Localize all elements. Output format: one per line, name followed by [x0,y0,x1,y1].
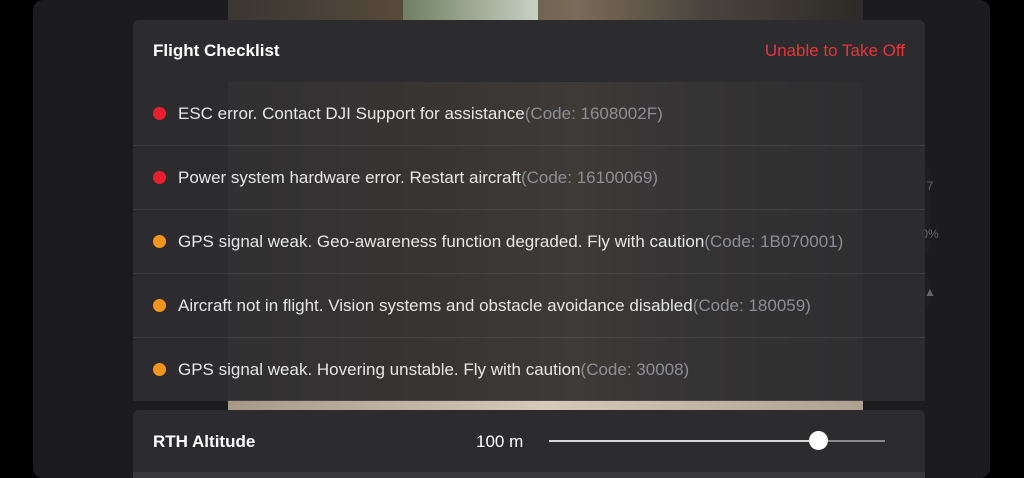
checklist-message: Aircraft not in flight. Vision systems a… [178,295,693,315]
checklist-code: (Code: 180059) [692,295,811,315]
checklist-message: GPS signal weak. Hovering unstable. Fly … [178,359,581,379]
camera-floor-region [228,400,863,410]
checklist-code: (Code: 1B070001) [704,231,844,251]
checklist-list: ESC error. Contact DJI Support for assis… [133,82,925,401]
checklist-message: GPS signal weak. Geo-awareness function … [178,231,705,251]
rth-altitude-slider[interactable] [549,431,885,450]
warning-status-dot-icon [153,363,166,376]
error-status-dot-icon [153,171,166,184]
next-setting-row [133,472,925,478]
camera-sky-region [403,0,538,22]
error-status-dot-icon [153,107,166,120]
list-item[interactable]: ESC error. Contact DJI Support for assis… [133,82,925,145]
checklist-message: ESC error. Contact DJI Support for assis… [178,103,525,123]
list-item[interactable]: Aircraft not in flight. Vision systems a… [133,273,925,337]
checklist-message: Power system hardware error. Restart air… [178,167,521,187]
rth-altitude-label: RTH Altitude [153,432,256,451]
checklist-code: (Code: 16100069) [520,167,658,187]
checklist-code: (Code: 1608002F) [524,103,663,123]
rth-altitude-value: 100 m [476,432,524,451]
checklist-code: (Code: 30008) [580,359,690,379]
checklist-header: Flight Checklist Unable to Take Off [133,20,925,82]
takeoff-status: Unable to Take Off [764,41,905,60]
rth-altitude-row: RTH Altitude 100 m [133,410,925,472]
warning-status-dot-icon [153,299,166,312]
flight-checklist-panel: Flight Checklist Unable to Take Off ESC … [133,20,925,401]
list-item[interactable]: Power system hardware error. Restart air… [133,145,925,209]
app-screen: 7 0% ▲ Flight Checklist Unable to Take O… [0,0,1024,478]
slider-fill [549,440,818,442]
slider-thumb[interactable] [808,431,828,450]
warning-status-dot-icon [153,235,166,248]
list-item[interactable]: GPS signal weak. Geo-awareness function … [133,209,925,273]
checklist-title: Flight Checklist [153,41,280,60]
list-item[interactable]: GPS signal weak. Hovering unstable. Fly … [133,337,925,401]
